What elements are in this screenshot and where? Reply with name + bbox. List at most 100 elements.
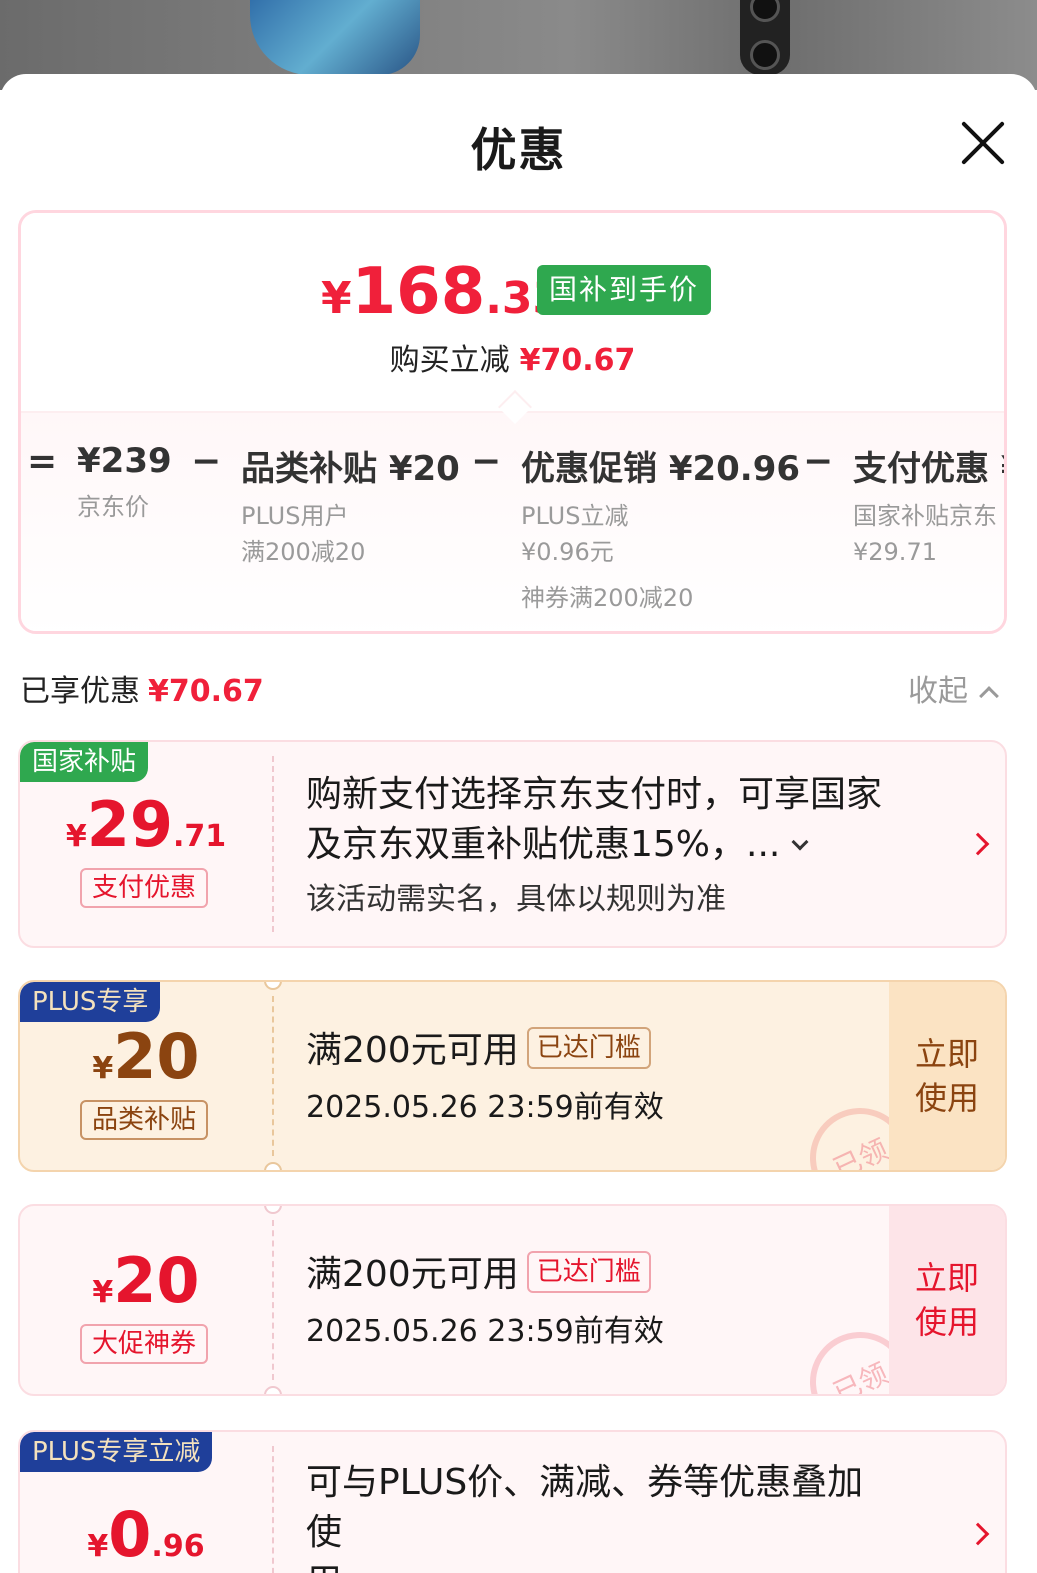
chevron-right-icon[interactable] (966, 832, 990, 856)
price-summary-card: ¥168.33 国补到手价 购买立减 ¥70.67 = ¥239 京东价 − 品类… (18, 210, 1007, 634)
currency-symbol: ¥ (87, 1529, 109, 1564)
threshold-reached-tag: 已达门槛 (526, 1027, 651, 1069)
minus-sign: − (191, 441, 222, 482)
price-breakdown[interactable]: = ¥239 京东价 − 品类补贴 ¥20 PLUS用户 满200减20 − 优… (21, 413, 1004, 631)
coupon-amount: ¥20 (20, 1020, 272, 1093)
breakdown-value: 优惠促销 ¥20.96 (521, 449, 801, 489)
currency-symbol: ¥ (65, 819, 87, 854)
coupon-title-line2: 用 (306, 1558, 895, 1573)
breakdown-label: 京东价 (77, 493, 149, 521)
breakdown-payment: 支付优惠 ¥ 国家补贴京东 ¥29.71 (853, 441, 1004, 570)
use-now-label: 立即 使用 (915, 1032, 979, 1120)
divider (272, 1220, 274, 1380)
amount-decimal: .96 (151, 1529, 205, 1564)
amount-decimal: .71 (173, 819, 227, 854)
coupon-type-tag: 大促神券 (80, 1324, 208, 1364)
divider (272, 996, 274, 1156)
collapse-label: 收起 (908, 674, 968, 709)
enjoyed-amount: ¥70.67 (148, 674, 264, 709)
enjoyed-label: 已享优惠 (20, 674, 140, 709)
final-price-tag: 国补到手价 (537, 265, 712, 315)
coupon-title: 满200元可用 (306, 1030, 519, 1071)
coupon-amount: ¥20 (20, 1244, 272, 1317)
phone-image-fragment (740, 0, 790, 75)
use-now-button[interactable]: 立即 使用 (889, 1206, 1005, 1394)
breakdown-promotion: 优惠促销 ¥20.96 PLUS立减 ¥0.96元 神券满200减20 (521, 441, 800, 616)
coupon-title-text: 及京东双重补贴优惠15%，... (306, 824, 781, 865)
coupon-title: 满200元可用 (306, 1254, 519, 1295)
breakdown-label: PLUS用户 (241, 502, 349, 530)
product-image-fragment (250, 0, 420, 75)
coupon-amount: ¥29.71 (20, 788, 272, 861)
coupon-corner-tag: 国家补贴 (20, 742, 149, 782)
use-now-label: 立即 使用 (915, 1256, 979, 1344)
coupon-type-tag: 支付优惠 (80, 868, 208, 908)
final-price: ¥168.33 (321, 255, 563, 329)
coupon-description: 该活动需实名，具体以规则为准 (306, 882, 726, 917)
minus-sign: − (803, 441, 834, 482)
coupon-corner-tag: PLUS专享立减 (20, 1432, 213, 1472)
coupon-body: 满200元可用 已达门槛 2025.05.26 23:59前有效 (306, 1250, 895, 1350)
use-now-line2: 使用 (914, 1079, 979, 1117)
coupon-validity: 2025.05.26 23:59前有效 (306, 1314, 664, 1349)
coupon-title-row: 满200元可用 已达门槛 (306, 1250, 895, 1300)
discount-sheet: 优惠 ¥168.33 国补到手价 购买立减 ¥70.67 = ¥239 京东价 −… (0, 74, 1037, 1573)
coupon-body: 满200元可用 已达门槛 2025.05.26 23:59前有效 (306, 1026, 895, 1126)
collapse-button[interactable]: 收起 (908, 666, 999, 710)
divider (272, 756, 274, 932)
chevron-right-icon[interactable] (966, 1522, 990, 1546)
breakdown-label: PLUS立减 (521, 502, 629, 530)
coupon-title-line2: 及京东双重补贴优惠15%，... (306, 820, 895, 870)
breakdown-value: 品类补贴 ¥20 (241, 449, 460, 489)
divider (272, 1446, 274, 1573)
breakdown-label: 国家补贴京东 (853, 502, 997, 530)
amount-integer: 20 (113, 1020, 200, 1093)
currency-symbol: ¥ (321, 273, 352, 324)
use-now-line1: 立即 (914, 1259, 979, 1297)
coupon-amount: ¥0.96 (20, 1498, 272, 1571)
coupon-notch (264, 1162, 282, 1170)
breakdown-jd-price: ¥239 京东价 (77, 441, 172, 525)
reduction-label: 购买立减 (389, 343, 510, 378)
chevron-down-icon[interactable] (791, 833, 809, 851)
coupon-corner-tag: PLUS专享 (20, 982, 161, 1022)
reduction-amount: ¥70.67 (519, 343, 636, 378)
sheet-title: 优惠 (470, 123, 567, 177)
coupon-plus-reduction[interactable]: PLUS专享立减 ¥0.96 可与PLUS价、满减、券等优惠叠加使 用 (18, 1430, 1007, 1573)
final-price-integer: 168 (351, 255, 486, 329)
breakdown-value: 支付优惠 ¥ (853, 449, 1004, 489)
breakdown-label: 满200减20 (241, 538, 366, 566)
final-price-area: ¥168.33 国补到手价 购买立减 ¥70.67 (21, 213, 1004, 411)
minus-sign: − (471, 441, 502, 482)
coupon-plus-category[interactable]: PLUS专享 ¥20 品类补贴 满200元可用 已达门槛 2025.05.26 2… (18, 980, 1007, 1172)
coupon-notch (264, 1386, 282, 1394)
coupon-promo[interactable]: ¥20 大促神券 满200元可用 已达门槛 2025.05.26 23:59前有效… (18, 1204, 1007, 1396)
coupon-body: 购新支付选择京东支付时，可享国家 及京东双重补贴优惠15%，... 该活动需实名… (306, 770, 895, 918)
coupon-notch (264, 982, 282, 990)
currency-symbol: ¥ (92, 1051, 114, 1086)
purchase-reduction: 购买立减 ¥70.67 (21, 335, 1004, 379)
currency-symbol: ¥ (92, 1275, 114, 1310)
coupon-title-row: 满200元可用 已达门槛 (306, 1026, 895, 1076)
use-now-line1: 立即 (914, 1035, 979, 1073)
equals-sign: = (27, 441, 58, 482)
coupon-national-subsidy[interactable]: 国家补贴 ¥29.71 支付优惠 购新支付选择京东支付时，可享国家 及京东双重补… (18, 740, 1007, 948)
threshold-reached-tag: 已达门槛 (526, 1251, 651, 1293)
breakdown-label: 神券满200减20 (521, 584, 694, 612)
amount-integer: 0 (108, 1498, 152, 1571)
use-now-line2: 使用 (914, 1303, 979, 1341)
coupon-title: 可与PLUS价、满减、券等优惠叠加使 (306, 1462, 864, 1553)
breakdown-label: ¥29.71 (853, 538, 937, 566)
coupon-validity: 2025.05.26 23:59前有效 (306, 1090, 664, 1125)
breakdown-label: ¥0.96元 (521, 538, 614, 566)
coupon-type-tag: 品类补贴 (80, 1100, 208, 1140)
chevron-up-icon (979, 686, 999, 706)
close-icon[interactable] (958, 118, 1008, 168)
enjoyed-discount-header: 已享优惠 ¥70.67 (20, 666, 264, 710)
coupon-title: 购新支付选择京东支付时，可享国家 (306, 774, 883, 815)
coupon-notch (264, 1206, 282, 1214)
amount-integer: 20 (113, 1244, 200, 1317)
coupon-body: 可与PLUS价、满减、券等优惠叠加使 用 (306, 1458, 895, 1573)
use-now-button[interactable]: 立即 使用 (889, 982, 1005, 1170)
amount-integer: 29 (86, 788, 173, 861)
